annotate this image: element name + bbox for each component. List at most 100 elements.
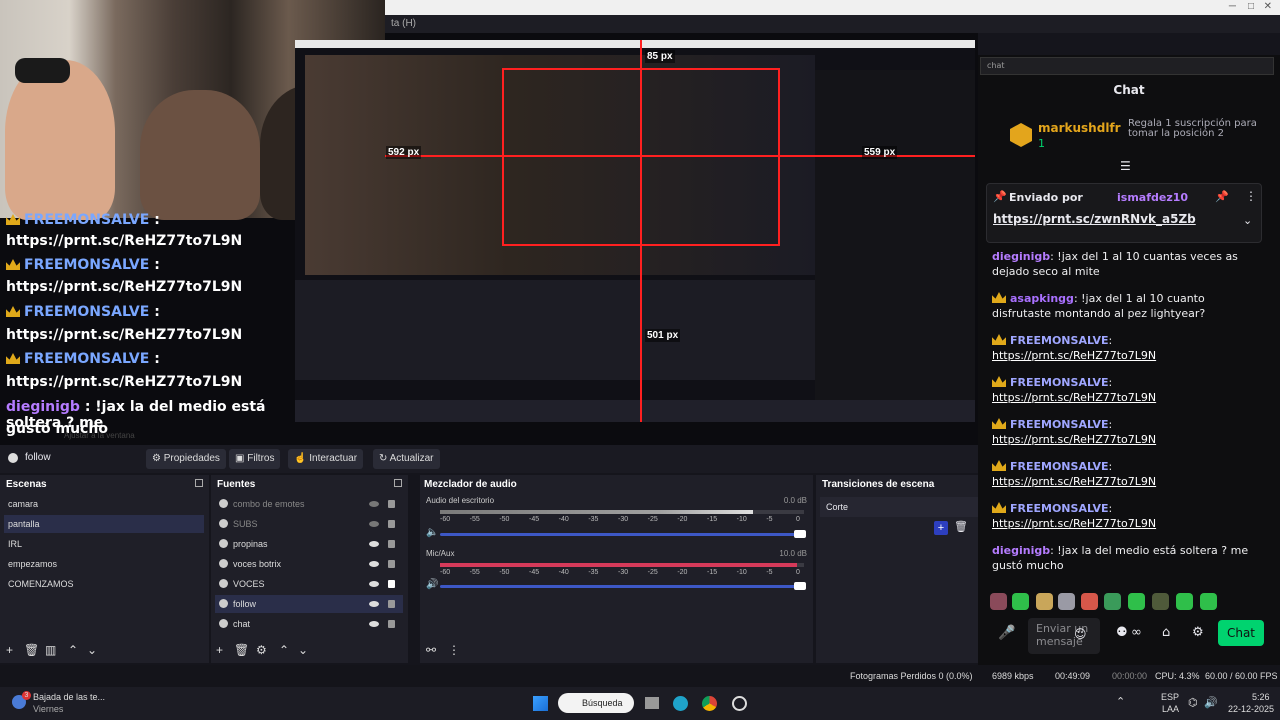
move-down-icon[interactable]: ⌄	[87, 643, 97, 657]
rec-time: 00:00:00	[1112, 671, 1148, 681]
source-item[interactable]: propinas	[215, 535, 403, 553]
edge-icon[interactable]	[673, 696, 688, 711]
pinned-link[interactable]: https://prnt.sc/zwnRNvk_a5Zb	[993, 212, 1196, 226]
dock-float-icon[interactable]	[394, 479, 402, 487]
chat-title: Chat	[1113, 83, 1145, 97]
mixer-tick-label: -55	[469, 516, 480, 523]
source-settings-icon[interactable]: ⚙	[256, 643, 267, 657]
filter-scene-icon[interactable]: ▥	[45, 643, 56, 657]
source-item[interactable]: chat	[215, 615, 403, 633]
obs-icon[interactable]	[732, 696, 747, 711]
move-down-icon[interactable]: ⌄	[298, 643, 308, 657]
chat-send-button[interactable]: Chat	[1218, 620, 1264, 646]
pinned-expand-icon[interactable]: ⌄	[1243, 214, 1252, 227]
store-icon[interactable]: ⌂	[1162, 625, 1170, 640]
mic-audio-slider-knob[interactable]	[794, 582, 806, 590]
mixer-tick-label: -45	[529, 516, 540, 523]
link-icon[interactable]: ∞	[1131, 625, 1142, 640]
move-up-icon[interactable]: ⌃	[68, 643, 78, 657]
chat-settings-icon[interactable]: ⚙	[1192, 625, 1204, 640]
lang-indicator[interactable]: ESP	[1161, 692, 1179, 702]
desktop-mute-icon[interactable]: 🔈	[426, 527, 438, 538]
source-item-selected[interactable]: follow	[215, 595, 403, 613]
mic-icon[interactable]: 🎤	[998, 625, 1015, 641]
news-title[interactable]: Bajada de las te...	[33, 692, 105, 702]
chat-message-input[interactable]: Enviar un mensaje	[1028, 618, 1100, 654]
leaderboard-badge-icon	[1010, 123, 1032, 147]
maximize-icon[interactable]: □	[1248, 1, 1254, 12]
dock-float-icon[interactable]	[195, 479, 203, 487]
interact-button[interactable]: ☝ Interactuar	[288, 449, 364, 469]
desktop-audio-slider-knob[interactable]	[794, 530, 806, 538]
close-icon[interactable]: ✕	[1264, 1, 1272, 12]
source-item[interactable]: SUBS	[215, 515, 403, 533]
source-item[interactable]: combo de emotes	[215, 495, 403, 513]
emote-icon[interactable]	[1036, 593, 1053, 610]
scene-item-selected[interactable]: pantalla	[4, 515, 204, 533]
chrome-icon[interactable]	[702, 696, 717, 711]
remove-source-icon[interactable]: 🗑	[234, 643, 249, 657]
properties-button[interactable]: ⚙ Propiedades	[146, 449, 226, 469]
emote-icon[interactable]	[1058, 593, 1075, 610]
mixer-tick-label: -30	[618, 569, 629, 576]
emote-icon[interactable]	[1200, 593, 1217, 610]
tray-chevron-icon[interactable]: ⌃	[1116, 695, 1125, 708]
pinned-menu-icon[interactable]: ⋮	[1245, 189, 1257, 203]
unpin-icon[interactable]: 📌	[1215, 190, 1229, 203]
obs-preview[interactable]: FREEMONSALVE : https://prnt.sc/ReHZ77to7…	[0, 0, 978, 445]
transition-select[interactable]: Corte	[820, 497, 978, 517]
chat-dock-search[interactable]: chat	[980, 57, 1274, 75]
source-item[interactable]: VOCES	[215, 575, 403, 593]
mic-audio-slider[interactable]	[440, 585, 804, 588]
scene-item[interactable]: empezamos	[4, 555, 204, 573]
emote-icon[interactable]	[1176, 593, 1193, 610]
scene-item[interactable]: COMENZAMOS	[4, 575, 204, 593]
current-source-label: follow	[25, 452, 51, 463]
leader-user[interactable]: markushdlfr	[1038, 121, 1121, 135]
scene-item[interactable]: camara	[4, 495, 204, 513]
chat-message: FREEMONSALVE: https://prnt.sc/ReHZ77to7L9…	[992, 418, 1157, 446]
news-badge: 3	[22, 691, 31, 700]
mixer-link-icon[interactable]: ⚯	[426, 643, 436, 657]
emote-icon[interactable]	[1128, 593, 1145, 610]
volume-icon[interactable]: 🔊	[1204, 696, 1218, 709]
network-icon[interactable]: ⌬	[1188, 696, 1198, 709]
chat-message: FREEMONSALVE: https://prnt.sc/ReHZ77to7L9…	[992, 502, 1157, 530]
desktop-audio-slider[interactable]	[440, 533, 804, 536]
mic-volume-icon[interactable]: 🔊	[426, 579, 438, 590]
clock-time[interactable]: 5:26	[1252, 692, 1270, 702]
emote-icon[interactable]	[1081, 593, 1098, 610]
minimize-icon[interactable]: ─	[1229, 1, 1236, 12]
channel-points-icon[interactable]: ⚉	[1116, 625, 1128, 640]
emote-icon[interactable]	[1152, 593, 1169, 610]
emote-icon[interactable]	[1012, 593, 1029, 610]
taskbar-search[interactable]: Búsqueda	[558, 693, 634, 713]
refresh-button[interactable]: ↻ Actualizar	[373, 449, 440, 469]
mixer-tick-label: -55	[469, 569, 480, 576]
mixer-tick-label: -10	[736, 569, 747, 576]
emote-icon[interactable]	[990, 593, 1007, 610]
remove-scene-icon[interactable]: 🗑	[24, 643, 39, 657]
pinned-user[interactable]: ismafdez10	[1117, 191, 1188, 204]
mixer-tick-label: -15	[707, 569, 718, 576]
add-source-icon[interactable]: +	[216, 643, 223, 657]
add-scene-icon[interactable]: +	[6, 643, 13, 657]
twitch-chat-panel: chat Chat markushdlfr 1 Regala 1 suscrip…	[978, 55, 1280, 665]
source-item[interactable]: voces botrix	[215, 555, 403, 573]
task-view-icon[interactable]	[645, 697, 659, 709]
pinned-label: Enviado por	[1009, 191, 1083, 204]
mixer-menu-icon[interactable]: ⋮	[448, 643, 460, 657]
emote-icon[interactable]	[1104, 593, 1121, 610]
chat-message: asapkingg: !jax del 1 al 10 cuanto disfr…	[992, 292, 1206, 320]
transitions-title: Transiciones de escena	[822, 479, 935, 490]
start-icon[interactable]	[533, 696, 548, 711]
filters-button[interactable]: ▣ Filtros	[229, 449, 281, 469]
add-transition-icon[interactable]: +	[934, 521, 948, 535]
emote-picker-icon[interactable]: ☺	[1074, 627, 1087, 641]
move-up-icon[interactable]: ⌃	[279, 643, 289, 657]
expand-chevron-icon[interactable]: ☰	[1120, 159, 1131, 173]
measure-label-left: 592 px	[386, 146, 422, 159]
remove-transition-icon[interactable]: 🗑	[954, 520, 968, 533]
mixer-tick-label: -25	[647, 516, 658, 523]
scene-item[interactable]: IRL	[4, 535, 204, 553]
